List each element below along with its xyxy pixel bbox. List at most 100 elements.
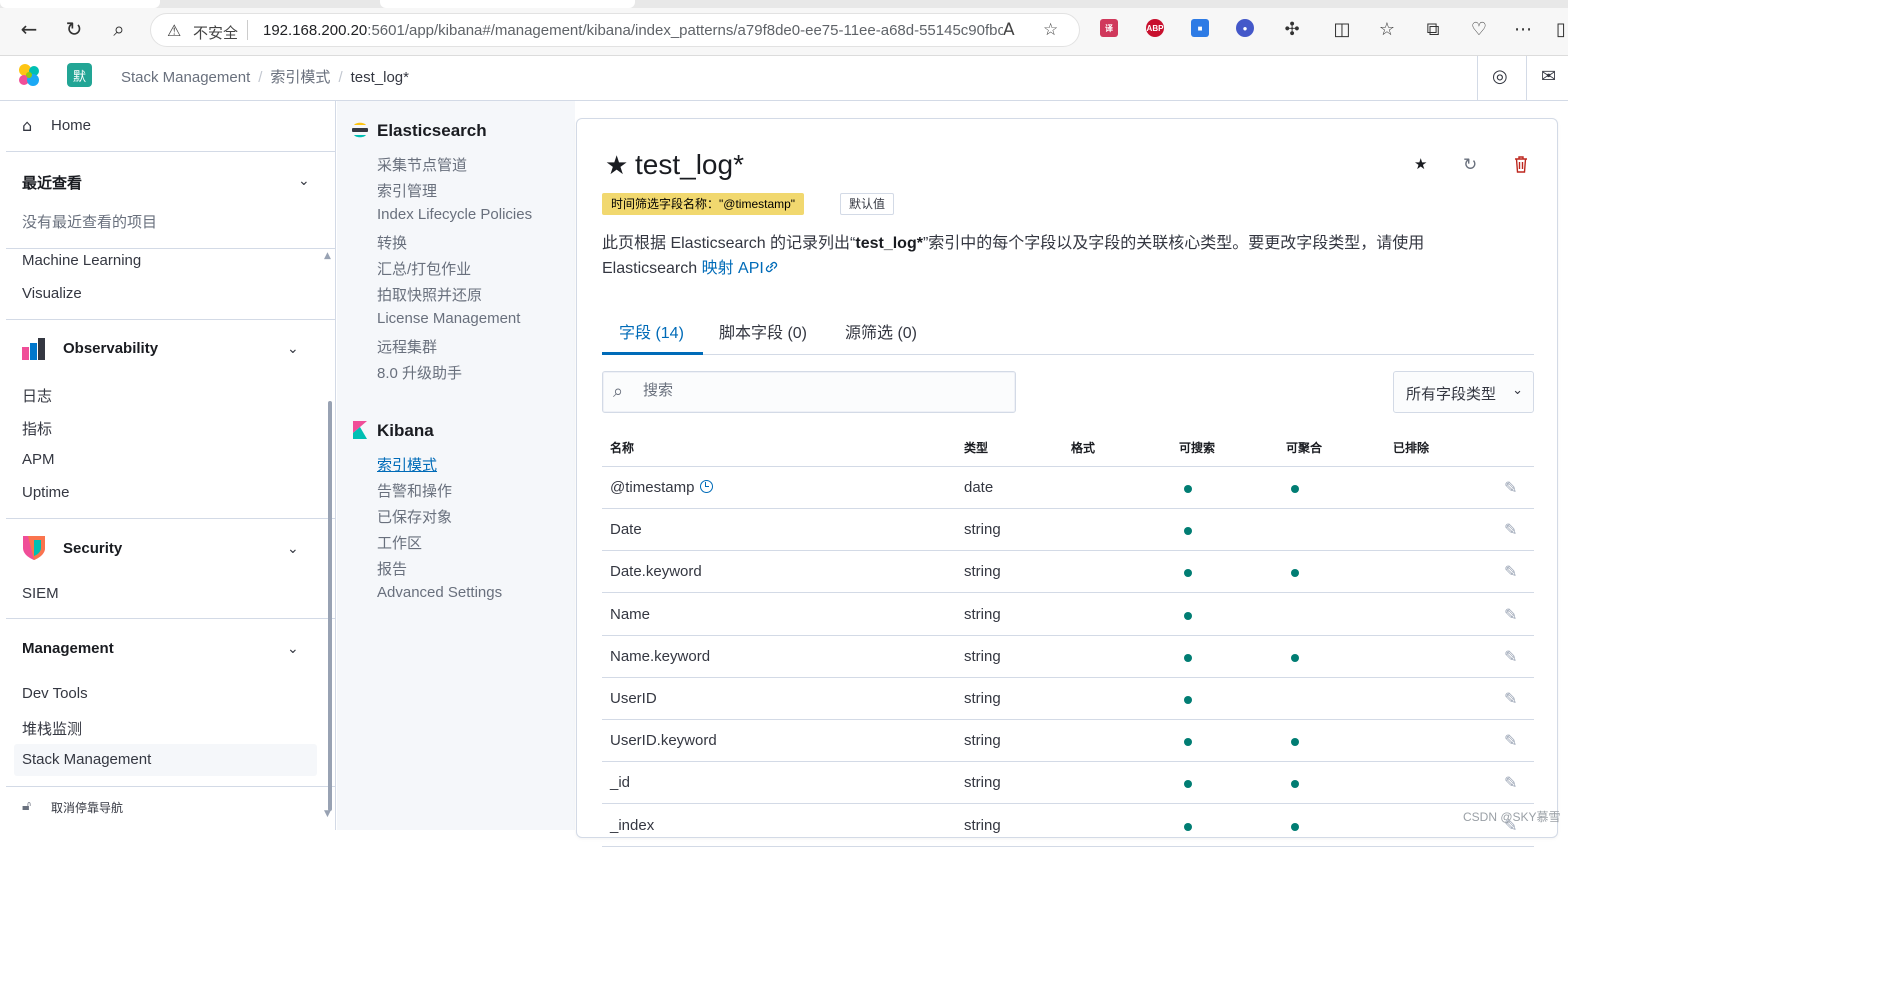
management-title[interactable]: Management bbox=[22, 640, 114, 657]
tab-scripted-fields[interactable]: 脚本字段 (0) bbox=[719, 319, 807, 343]
nav-machine-learning[interactable]: Machine Learning bbox=[22, 252, 141, 269]
extension-icon[interactable]: ■ bbox=[1191, 19, 1209, 37]
nav-alerts-actions[interactable]: 告警和操作 bbox=[377, 480, 452, 501]
security-label[interactable]: 不安全 bbox=[193, 22, 238, 43]
nav-stack-monitoring[interactable]: 堆栈监测 bbox=[22, 718, 82, 739]
nav-siem[interactable]: SIEM bbox=[22, 585, 59, 602]
browser-tab-active[interactable] bbox=[380, 0, 635, 8]
field-type: string bbox=[964, 647, 1001, 665]
help-icon[interactable]: ◎ bbox=[1492, 66, 1508, 87]
edit-pencil-icon[interactable]: ✎ bbox=[1504, 562, 1517, 581]
nav-index-lifecycle-policies[interactable]: Index Lifecycle Policies bbox=[377, 206, 532, 223]
browser-tab[interactable] bbox=[0, 0, 160, 8]
url-text[interactable]: 192.168.200.20:5601/app/kibana#/manageme… bbox=[263, 22, 1003, 39]
nav-apm[interactable]: APM bbox=[22, 451, 55, 468]
nav-saved-objects[interactable]: 已保存对象 bbox=[377, 506, 452, 527]
tab-source-filters[interactable]: 源筛选 (0) bbox=[845, 319, 917, 343]
security-title[interactable]: Security bbox=[63, 540, 122, 557]
field-type-filter[interactable]: 所有字段类型 ⌄ bbox=[1393, 371, 1534, 413]
newsfeed-icon[interactable]: ✉ bbox=[1541, 66, 1556, 87]
nav-index-management[interactable]: 索引管理 bbox=[377, 180, 437, 201]
chevron-down-icon[interactable]: ⌄ bbox=[287, 541, 299, 557]
breadcrumb-index-patterns[interactable]: 索引模式 bbox=[270, 66, 330, 87]
mapping-api-link[interactable]: 映射 API bbox=[702, 260, 764, 277]
collections-icon[interactable]: ⧉ bbox=[1420, 16, 1446, 42]
nav-stack-management[interactable]: Stack Management bbox=[22, 751, 151, 768]
col-searchable[interactable]: 可搜索 bbox=[1179, 439, 1215, 456]
external-link-icon[interactable] bbox=[764, 260, 779, 274]
col-type[interactable]: 类型 bbox=[964, 439, 988, 456]
home-icon[interactable]: ⌂ bbox=[22, 116, 32, 135]
undock-nav[interactable]: 取消停靠导航 bbox=[51, 799, 123, 816]
col-format[interactable]: 格式 bbox=[1071, 439, 1095, 456]
favorite-star-icon[interactable]: ☆ bbox=[1043, 20, 1058, 40]
nav-rollup-jobs[interactable]: 汇总/打包作业 bbox=[377, 258, 471, 279]
field-name: Date.keyword bbox=[610, 563, 702, 580]
nav-reporting[interactable]: 报告 bbox=[377, 558, 407, 579]
search-icon[interactable]: ⌕ bbox=[106, 16, 132, 42]
searchable-dot-icon bbox=[1184, 527, 1192, 536]
extension-icon[interactable]: ● bbox=[1236, 19, 1254, 37]
nav-dev-tools[interactable]: Dev Tools bbox=[22, 685, 88, 702]
back-icon[interactable]: ← bbox=[16, 16, 42, 42]
elastic-logo-icon[interactable] bbox=[16, 62, 42, 88]
more-menu-icon[interactable]: ⋯ bbox=[1510, 16, 1536, 42]
field-name: UserID.keyword bbox=[610, 732, 717, 749]
edit-pencil-icon[interactable]: ✎ bbox=[1504, 689, 1517, 708]
aggregatable-dot-icon bbox=[1291, 569, 1299, 578]
chevron-down-icon[interactable]: ⌄ bbox=[287, 641, 299, 657]
address-bar[interactable]: ⚠ 不安全 192.168.200.20:5601/app/kibana#/ma… bbox=[150, 13, 1080, 47]
adblock-extension-icon[interactable]: ABP bbox=[1146, 19, 1164, 37]
nav-transforms[interactable]: 转换 bbox=[377, 232, 407, 253]
field-search-box[interactable]: ⌕ bbox=[602, 371, 1016, 413]
nav-ingest-pipelines[interactable]: 采集节点管道 bbox=[377, 154, 467, 175]
edit-pencil-icon[interactable]: ✎ bbox=[1504, 647, 1517, 666]
chevron-down-icon[interactable]: ⌄ bbox=[287, 341, 299, 357]
translate-extension-icon[interactable]: 译 bbox=[1100, 19, 1118, 37]
col-name[interactable]: 名称 bbox=[610, 439, 634, 456]
set-default-star-icon[interactable]: ★ bbox=[1414, 155, 1427, 173]
page-title: test_log* bbox=[635, 149, 744, 180]
refresh-fields-icon[interactable]: ↻ bbox=[1463, 155, 1477, 175]
nav-license-management[interactable]: License Management bbox=[377, 310, 520, 327]
performance-icon[interactable]: ♡ bbox=[1466, 16, 1492, 42]
edit-pencil-icon[interactable]: ✎ bbox=[1504, 773, 1517, 792]
recent-title[interactable]: 最近查看 bbox=[22, 172, 82, 193]
favorites-icon[interactable]: ☆ bbox=[1374, 16, 1400, 42]
nav-index-patterns[interactable]: 索引模式 bbox=[377, 454, 437, 475]
chevron-down-icon[interactable]: ⌄ bbox=[298, 173, 310, 189]
edit-pencil-icon[interactable]: ✎ bbox=[1504, 605, 1517, 624]
nav-spaces[interactable]: 工作区 bbox=[377, 532, 422, 553]
observability-title[interactable]: Observability bbox=[63, 340, 158, 357]
breadcrumb-stack-management[interactable]: Stack Management bbox=[121, 69, 250, 86]
nav-home[interactable]: Home bbox=[51, 117, 91, 134]
nav-logs[interactable]: 日志 bbox=[22, 385, 52, 406]
col-excluded[interactable]: 已排除 bbox=[1393, 439, 1429, 456]
search-input[interactable] bbox=[643, 382, 1003, 399]
nav-remote-clusters[interactable]: 远程集群 bbox=[377, 336, 437, 357]
edit-pencil-icon[interactable]: ✎ bbox=[1504, 731, 1517, 750]
refresh-icon[interactable]: ↻ bbox=[61, 16, 87, 42]
nav-visualize[interactable]: Visualize bbox=[22, 285, 82, 302]
extensions-puzzle-icon[interactable]: ✣ bbox=[1279, 16, 1305, 42]
scroll-down-icon[interactable]: ▼ bbox=[324, 809, 331, 819]
delete-trash-icon[interactable] bbox=[1514, 156, 1528, 173]
tab-fields[interactable]: 字段 (14) bbox=[619, 319, 684, 343]
space-avatar[interactable]: 默 bbox=[67, 63, 92, 87]
nav-uptime[interactable]: Uptime bbox=[22, 484, 70, 501]
nav-upgrade-assistant[interactable]: 8.0 升级助手 bbox=[377, 362, 462, 383]
sidebar-icon[interactable]: ▯ bbox=[1548, 16, 1574, 42]
scroll-up-icon[interactable]: ▲ bbox=[324, 251, 331, 261]
field-name-text: UserID bbox=[610, 690, 657, 707]
col-aggregatable[interactable]: 可聚合 bbox=[1286, 439, 1322, 456]
read-aloud-icon[interactable]: A bbox=[1003, 20, 1015, 40]
nav-advanced-settings[interactable]: Advanced Settings bbox=[377, 584, 502, 601]
edit-pencil-icon[interactable]: ✎ bbox=[1504, 478, 1517, 497]
edit-pencil-icon[interactable]: ✎ bbox=[1504, 520, 1517, 539]
nav-scrollbar[interactable] bbox=[328, 401, 332, 811]
nav-metrics[interactable]: 指标 bbox=[22, 418, 52, 439]
warning-icon[interactable]: ⚠ bbox=[167, 21, 181, 40]
lock-icon[interactable]: 🔓︎ bbox=[22, 798, 31, 814]
nav-snapshot-restore[interactable]: 拍取快照并还原 bbox=[377, 284, 482, 305]
split-screen-icon[interactable]: ◫ bbox=[1329, 16, 1355, 42]
